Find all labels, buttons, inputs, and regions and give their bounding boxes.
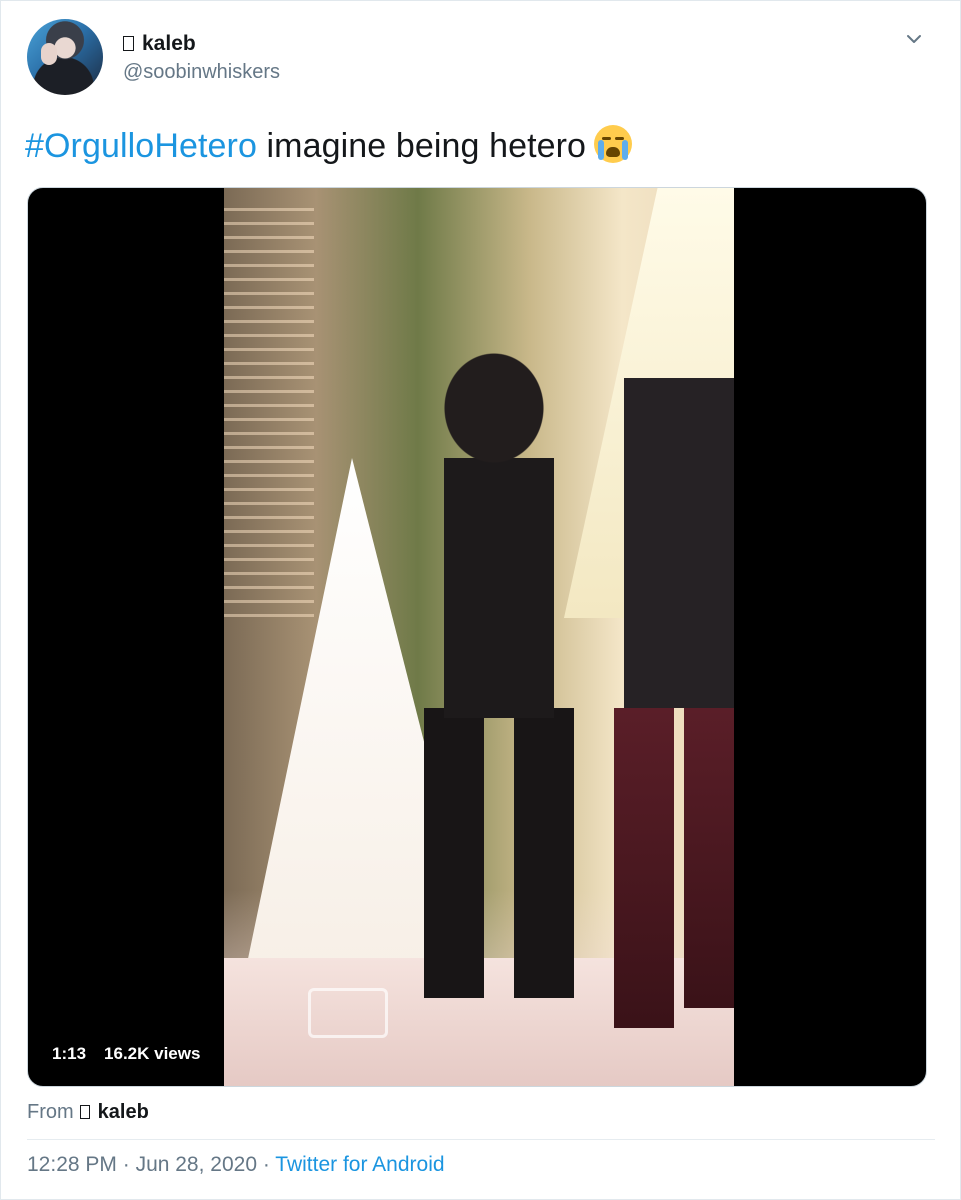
broadcast-watermark-logo xyxy=(308,988,388,1038)
timestamp-line: 12:28 PM · Jun 28, 2020 · Twitter for An… xyxy=(27,1153,445,1177)
video-meta: 1:13 16.2K views xyxy=(52,1044,200,1064)
dancer-figure xyxy=(384,348,604,998)
meta-separator: · xyxy=(257,1153,276,1176)
video-player[interactable]: 1:13 16.2K views xyxy=(27,187,927,1087)
tweet-text: #OrgulloHetero imagine being hetero xyxy=(25,125,633,166)
avatar[interactable] xyxy=(27,19,103,95)
divider xyxy=(27,1139,935,1140)
tweet-body: imagine being hetero xyxy=(256,127,587,165)
missing-glyph-icon xyxy=(79,1105,90,1119)
video-views: 16.2K views xyxy=(104,1044,201,1063)
display-name-text[interactable]: kaleb xyxy=(142,32,196,55)
chevron-down-icon[interactable] xyxy=(904,29,924,49)
crying-face-icon xyxy=(594,125,633,163)
missing-glyph-icon xyxy=(123,36,134,51)
display-name[interactable]: kaleb xyxy=(123,32,196,56)
video-frame[interactable] xyxy=(224,188,734,1086)
video-duration: 1:13 xyxy=(52,1044,87,1063)
hashtag-link[interactable]: #OrgulloHetero xyxy=(25,127,257,165)
meta-separator: · xyxy=(116,1153,136,1176)
tweet-time[interactable]: 12:28 PM xyxy=(27,1153,117,1176)
attribution-line: From kaleb xyxy=(27,1101,149,1124)
user-handle[interactable]: @soobinwhiskers xyxy=(123,61,280,84)
avatar-hand xyxy=(41,43,57,65)
tweet-date[interactable]: Jun 28, 2020 xyxy=(136,1153,257,1176)
source-link[interactable]: Twitter for Android xyxy=(275,1153,444,1176)
tweet-card: kaleb @soobinwhiskers #OrgulloHetero ima… xyxy=(0,0,961,1200)
from-prefix: From xyxy=(27,1101,74,1123)
stage-sparks xyxy=(224,208,314,628)
from-user-link[interactable]: kaleb xyxy=(98,1101,149,1123)
dancer-figure-partial xyxy=(604,378,734,1058)
